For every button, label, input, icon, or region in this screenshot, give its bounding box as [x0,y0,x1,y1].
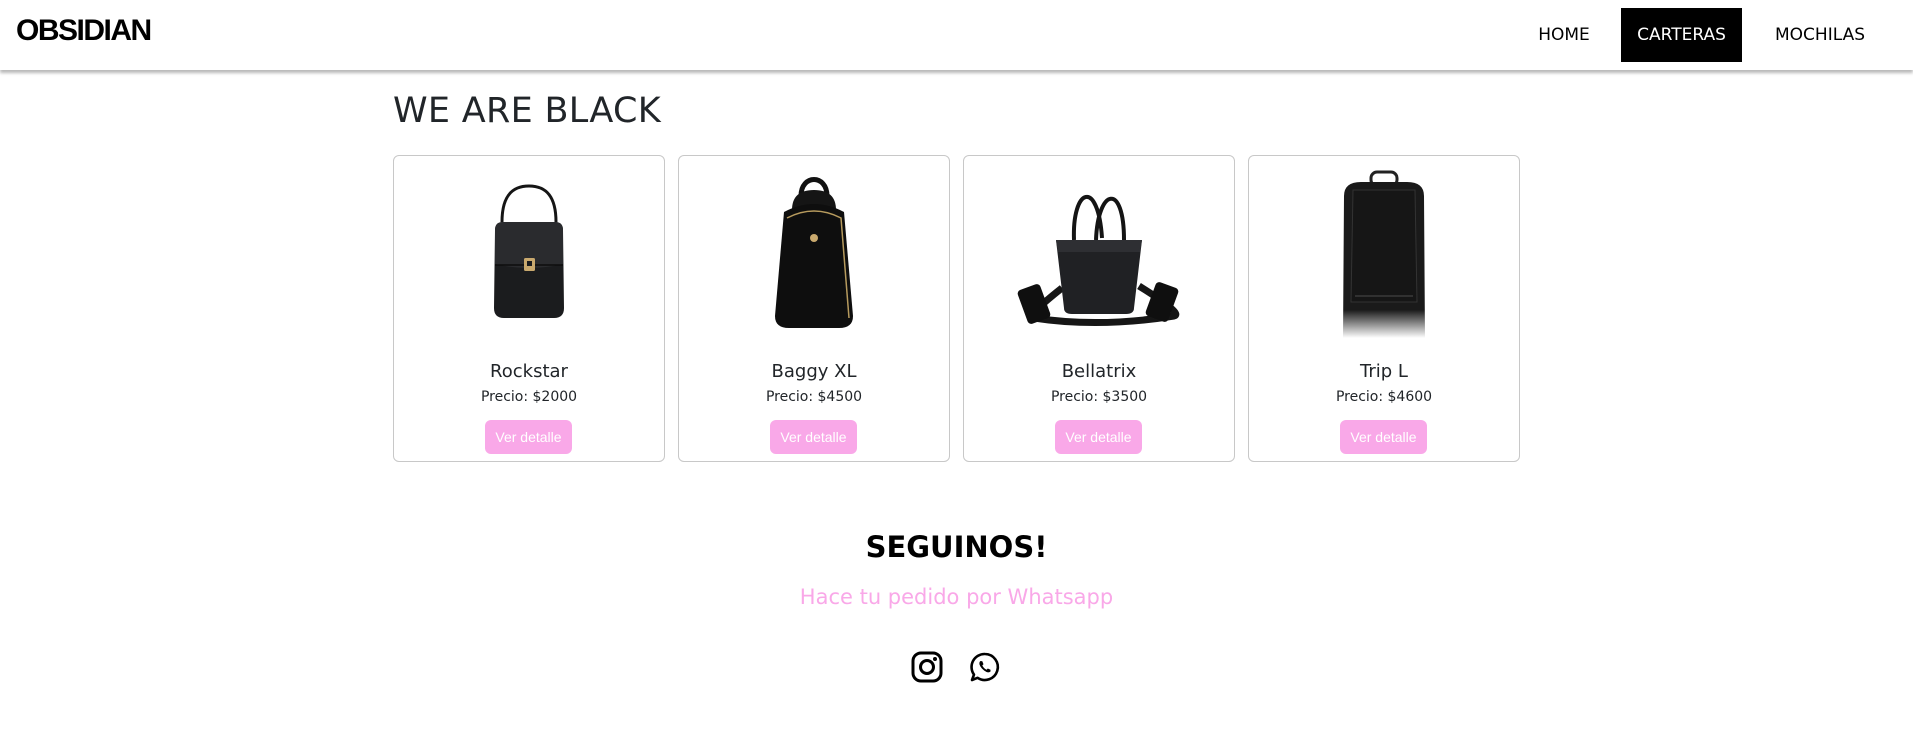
footer-title: SEGUINOS! [865,530,1048,564]
instagram-icon[interactable] [911,651,943,683]
product-price: Precio: $2000 [480,389,578,405]
product-price: Precio: $4600 [1335,389,1433,405]
product-name: Bellatrix [1061,361,1137,382]
product-card: Baggy XL Precio: $4500 Ver detalle [678,155,950,462]
nav-link-home[interactable]: HOME [1524,8,1604,62]
product-price: Precio: $4500 [765,389,863,405]
view-detail-button[interactable]: Ver detalle [1340,420,1427,454]
view-detail-button[interactable]: Ver detalle [485,420,572,454]
whatsapp-order-link[interactable]: Hace tu pedido por Whatsapp [0,585,1913,609]
nav-link-mochilas[interactable]: MOCHILAS [1758,8,1882,62]
product-name: Rockstar [490,361,568,382]
navbar: OBSIDIAN HOME CARTERAS MOCHILAS [0,0,1913,70]
page-title: WE ARE BLACK [393,91,661,131]
brand-logo[interactable]: OBSIDIAN [16,14,152,48]
nav-link-carteras[interactable]: CARTERAS [1621,8,1742,62]
product-card: Trip L Precio: $4600 Ver detalle [1248,155,1520,462]
product-card: Rockstar Precio: $2000 Ver detalle [393,155,665,462]
whatsapp-icon[interactable] [969,651,1001,683]
product-image [964,168,1234,338]
view-detail-button[interactable]: Ver detalle [1055,420,1142,454]
laptop-backpack-icon [1343,170,1425,338]
handbag-icon [494,184,564,318]
product-image [394,168,664,338]
backpack-icon [775,177,853,328]
view-detail-button[interactable]: Ver detalle [770,420,857,454]
product-image [679,168,949,338]
product-image [1249,168,1519,338]
tote-bag-icon [1017,195,1180,327]
product-card: Bellatrix Precio: $3500 Ver detalle [963,155,1235,462]
product-price: Precio: $3500 [1050,389,1148,405]
product-name: Baggy XL [771,361,857,382]
product-name: Trip L [1360,361,1408,382]
